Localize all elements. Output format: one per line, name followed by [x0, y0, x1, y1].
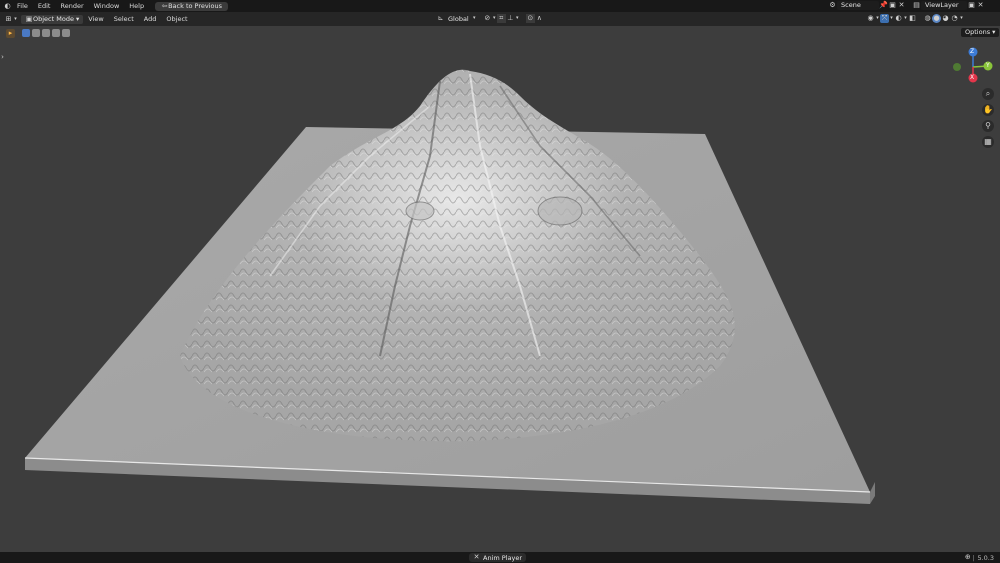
snap-icon[interactable]: ⌗: [496, 14, 506, 23]
select-subtract-icon[interactable]: [42, 29, 50, 37]
delete-viewlayer-icon[interactable]: ✕: [976, 1, 985, 10]
zoom-icon[interactable]: ⌕: [982, 88, 994, 100]
snap-target-icon[interactable]: ⊥: [506, 14, 515, 23]
camera-icon[interactable]: ⚲: [982, 120, 994, 132]
visibility-icon[interactable]: ◉: [866, 14, 875, 23]
menu-edit[interactable]: Edit: [33, 0, 56, 12]
3d-viewport[interactable]: › Z Y X ⌕ ✋ ⚲ ▦: [0, 26, 1000, 552]
scene-icon[interactable]: ⚙: [828, 1, 837, 10]
back-to-previous-button[interactable]: ⇦Back to Previous: [155, 1, 229, 11]
axis-z-label: Z: [970, 48, 975, 55]
proportional-falloff-icon[interactable]: ∧: [535, 14, 544, 23]
axis-x-label: X: [970, 74, 975, 81]
navigation-gizmo[interactable]: Z Y X: [950, 44, 996, 90]
select-extend-icon[interactable]: [32, 29, 40, 37]
material-shading-icon[interactable]: ◕: [941, 14, 950, 23]
anim-player-label[interactable]: Anim Player: [480, 554, 522, 562]
chevron-down-icon: ▾: [14, 15, 17, 22]
proportional-edit-icon[interactable]: ⊙: [525, 14, 535, 23]
pivot-icon[interactable]: ⊘: [483, 14, 492, 23]
viewlayer-field[interactable]: ViewLayer: [921, 1, 967, 10]
rendered-shading-icon[interactable]: ◔: [950, 14, 959, 23]
terrain-render: [24, 69, 875, 504]
transform-orientation-label[interactable]: Global: [445, 15, 472, 23]
select-invert-icon[interactable]: [52, 29, 60, 37]
blender-logo-icon[interactable]: ◐: [3, 2, 12, 11]
chevron-down-icon: ▾: [472, 15, 476, 21]
select-tool-icon[interactable]: ▸: [6, 28, 15, 38]
globe-icon[interactable]: ⊕: [963, 553, 972, 562]
overlay-icon[interactable]: ◐: [894, 14, 903, 23]
chevron-down-icon: ▾: [515, 15, 519, 21]
menu-help[interactable]: Help: [124, 0, 149, 12]
viewport-header: ⊞ ▾ ▣Object Mode ▾ View Select Add Objec…: [0, 12, 1000, 26]
toolbar-toggle-icon[interactable]: ›: [0, 53, 5, 62]
options-dropdown[interactable]: Options ▾: [961, 28, 1000, 37]
hand-pan-icon[interactable]: ✋: [982, 104, 994, 116]
menu-object[interactable]: Object: [161, 13, 192, 25]
menu-view[interactable]: View: [83, 13, 108, 25]
gizmo-icon[interactable]: ⤧: [880, 14, 889, 23]
options-label: Options: [965, 28, 991, 36]
menu-add[interactable]: Add: [139, 13, 162, 25]
transform-orientation-icon[interactable]: ⊾: [436, 14, 445, 23]
new-viewlayer-icon[interactable]: ▣: [967, 1, 976, 10]
editor-type-icon[interactable]: ⊞: [4, 15, 13, 24]
wireframe-shading-icon[interactable]: ◍: [923, 14, 932, 23]
axis-y-label: Y: [986, 62, 990, 69]
xray-icon[interactable]: ◧: [908, 14, 917, 23]
solid-shading-icon[interactable]: ●: [932, 14, 941, 23]
select-box-icon[interactable]: [22, 29, 30, 37]
menu-select[interactable]: Select: [109, 13, 139, 25]
menu-render[interactable]: Render: [55, 0, 88, 12]
pin-icon[interactable]: 📌: [879, 1, 888, 10]
scene-field[interactable]: Scene: [837, 1, 879, 10]
version-label: 5.0.3: [977, 553, 994, 562]
menu-file[interactable]: File: [12, 0, 33, 12]
top-bar: ◐ File Edit Render Window Help ⇦Back to …: [0, 0, 1000, 12]
chevron-down-icon: ▾: [960, 15, 963, 21]
close-icon[interactable]: ✕: [473, 553, 480, 562]
tool-header: ▸ Options ▾: [0, 26, 1000, 40]
select-intersect-icon[interactable]: [62, 29, 70, 37]
back-to-previous-label: Back to Previous: [168, 1, 223, 10]
menu-window[interactable]: Window: [89, 0, 125, 12]
mode-label: Object Mode: [33, 14, 74, 23]
viewlayer-icon[interactable]: ▤: [912, 1, 921, 10]
object-mode-icon: ▣: [25, 14, 33, 23]
grid-icon[interactable]: ▦: [982, 136, 994, 148]
delete-scene-icon[interactable]: ✕: [897, 1, 906, 10]
plate-right-side: [870, 482, 875, 504]
mode-select[interactable]: ▣Object Mode ▾: [21, 14, 84, 24]
status-bar: ✕ Anim Player ⊕ | 5.0.3: [0, 552, 1000, 563]
new-scene-icon[interactable]: ▣: [888, 1, 897, 10]
